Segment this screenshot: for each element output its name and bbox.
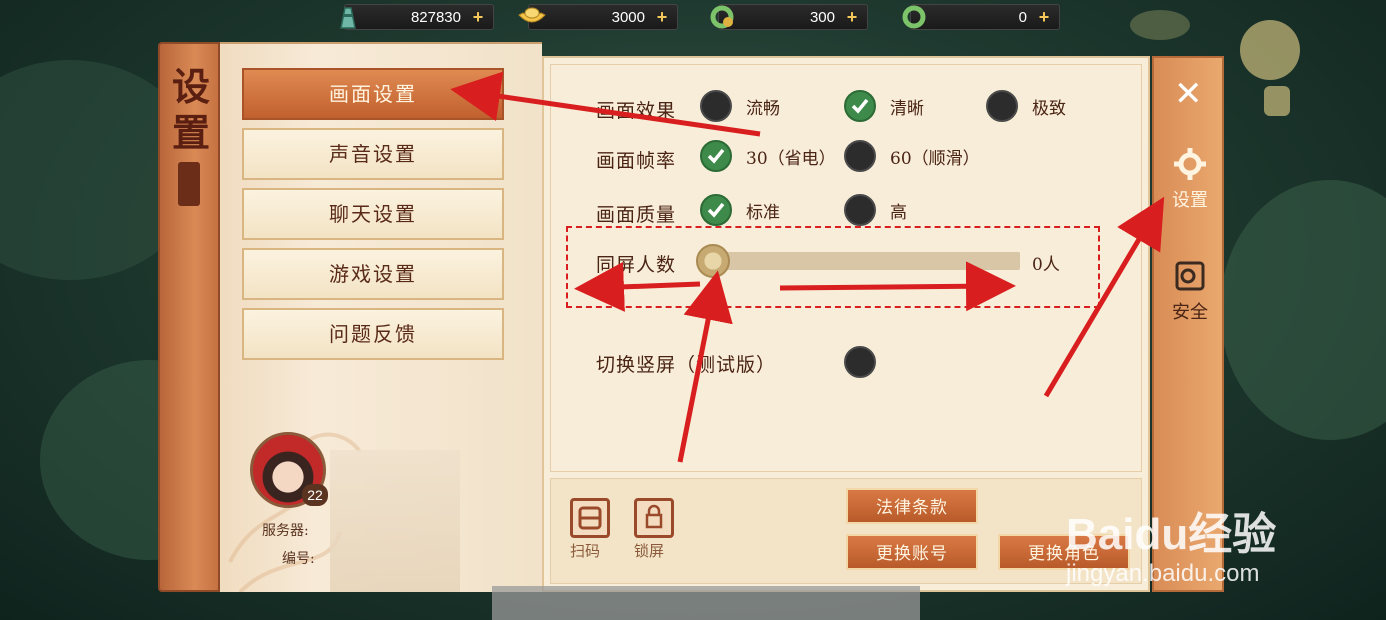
radio-icon[interactable] bbox=[700, 90, 732, 122]
option-label: 标准 bbox=[746, 202, 780, 223]
menu-item-game[interactable]: 游戏设置 bbox=[242, 248, 504, 300]
check-icon[interactable] bbox=[700, 194, 732, 226]
menu-item-display[interactable]: 画面设置 bbox=[242, 68, 504, 120]
radio-icon[interactable] bbox=[986, 90, 1018, 122]
jade-icon bbox=[899, 2, 929, 32]
effects-option-clear[interactable]: 清晰 bbox=[844, 90, 924, 122]
framerate-option-30[interactable]: 30（省电） bbox=[700, 140, 836, 172]
resource-jade-bound: 300 + bbox=[710, 4, 868, 30]
switch-account-button[interactable]: 更换账号 bbox=[846, 534, 978, 570]
panel-title: 设置 bbox=[171, 64, 210, 155]
resource-tower: 827830 + bbox=[340, 4, 494, 30]
scan-button[interactable] bbox=[570, 498, 610, 538]
scan-label: 扫码 bbox=[570, 542, 601, 560]
gold-ingot-icon bbox=[517, 2, 547, 32]
redacted-info bbox=[330, 450, 460, 592]
menu-item-chat[interactable]: 聊天设置 bbox=[242, 188, 504, 240]
legal-terms-button[interactable]: 法律条款 bbox=[846, 488, 978, 524]
gear-icon bbox=[1174, 148, 1206, 180]
quality-label: 画面质量 bbox=[596, 204, 677, 226]
resource-gold: 3000 + bbox=[518, 4, 678, 30]
resource-jade: 0 + bbox=[902, 4, 1060, 30]
menu-item-feedback[interactable]: 问题反馈 bbox=[242, 308, 504, 360]
scan-icon bbox=[578, 506, 602, 530]
content-page: 画面效果 流畅 清晰 极致 画面帧率 30（省电） 60（顺滑） 画面质量 标准… bbox=[542, 56, 1150, 592]
quality-option-high[interactable]: 高 bbox=[844, 194, 907, 226]
option-label: 60（顺滑） bbox=[890, 148, 980, 169]
add-tower-button[interactable]: + bbox=[469, 8, 487, 26]
portrait-label: 切换竖屏（测试版） bbox=[596, 354, 777, 376]
check-icon[interactable] bbox=[844, 90, 876, 122]
option-label: 极致 bbox=[1032, 98, 1066, 119]
menu-item-sound[interactable]: 声音设置 bbox=[242, 128, 504, 180]
watermark-url: jingyan.baidu.com bbox=[1066, 560, 1260, 587]
tab-settings-label: 设置 bbox=[1172, 190, 1208, 211]
option-label: 清晰 bbox=[890, 98, 924, 119]
close-icon[interactable]: ✕ bbox=[1174, 74, 1203, 114]
option-label: 30（省电） bbox=[746, 148, 836, 169]
seal-icon bbox=[178, 162, 200, 206]
panel-spine: 设置 bbox=[158, 42, 220, 592]
annotation-highlight-box bbox=[566, 226, 1100, 308]
framerate-option-60[interactable]: 60（顺滑） bbox=[844, 140, 980, 172]
tab-settings[interactable]: 设置 bbox=[1160, 146, 1220, 212]
radio-icon[interactable] bbox=[844, 140, 876, 172]
add-jade-bound-button[interactable]: + bbox=[843, 8, 861, 26]
tower-icon bbox=[333, 2, 363, 32]
effects-option-ultra[interactable]: 极致 bbox=[986, 90, 1066, 122]
option-label: 流畅 bbox=[746, 98, 780, 119]
resource-value: 827830 bbox=[410, 9, 461, 26]
lock-icon bbox=[645, 504, 663, 529]
id-label: 编号: bbox=[282, 551, 315, 567]
option-label: 高 bbox=[890, 202, 907, 223]
bottom-overlay bbox=[492, 586, 920, 620]
jade-bound-icon bbox=[707, 2, 737, 32]
watermark-logo: Baidu经验 bbox=[1066, 510, 1277, 559]
resource-value: 300 bbox=[809, 9, 835, 26]
resource-value: 0 bbox=[1018, 9, 1027, 26]
safe-icon bbox=[1175, 261, 1205, 291]
server-label: 服务器: bbox=[262, 523, 309, 539]
tab-security-label: 安全 bbox=[1172, 302, 1208, 323]
radio-icon[interactable] bbox=[844, 194, 876, 226]
lock-label: 锁屏 bbox=[634, 542, 665, 560]
tab-security[interactable]: 安全 bbox=[1160, 258, 1220, 324]
add-jade-button[interactable]: + bbox=[1035, 8, 1053, 26]
add-gold-button[interactable]: + bbox=[653, 8, 671, 26]
level-badge: 22 bbox=[302, 484, 328, 506]
effects-option-smooth[interactable]: 流畅 bbox=[700, 90, 780, 122]
check-icon[interactable] bbox=[700, 140, 732, 172]
lock-screen-button[interactable] bbox=[634, 498, 674, 538]
effects-label: 画面效果 bbox=[596, 100, 677, 122]
settings-panel: 设置 画面设置 声音设置 聊天设置 游戏设置 问题反馈 22 服务器: 编号: … bbox=[158, 42, 1224, 592]
resource-value: 3000 bbox=[611, 9, 645, 26]
portrait-toggle[interactable] bbox=[844, 346, 876, 378]
quality-option-standard[interactable]: 标准 bbox=[700, 194, 780, 226]
framerate-label: 画面帧率 bbox=[596, 150, 677, 172]
